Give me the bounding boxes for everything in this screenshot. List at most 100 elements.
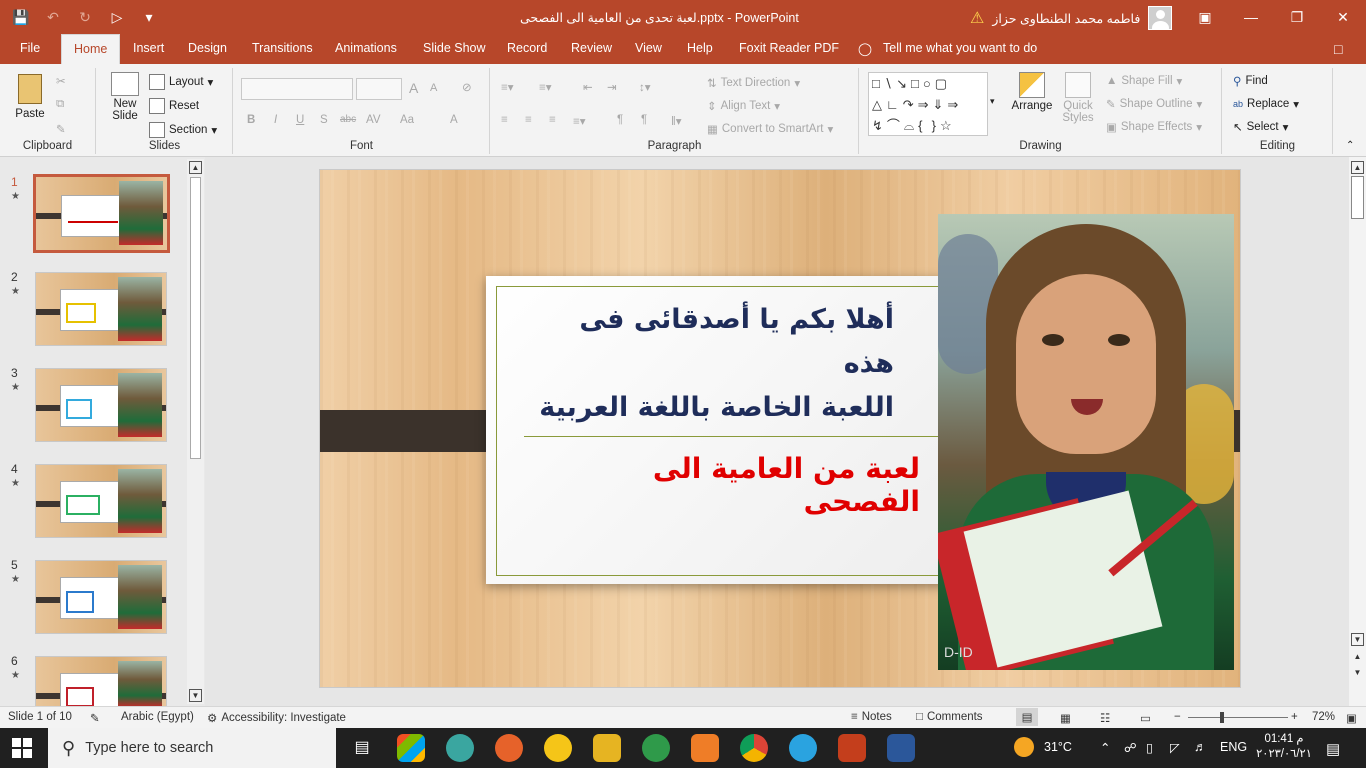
tab-record[interactable]: Record [507,41,547,55]
save-icon[interactable]: 💾 [10,6,32,28]
tab-file[interactable]: File [20,41,40,55]
line-spacing-icon[interactable]: ↕▾ [639,80,651,94]
undo-icon[interactable]: ↶ [42,6,64,28]
input-language[interactable]: ENG [1220,740,1247,754]
scroll-down-icon[interactable]: ▼ [189,689,202,702]
convert-smartart-button[interactable]: ▦ Convert to SmartArt ▾ [707,122,833,136]
file-explorer-icon[interactable] [593,734,621,762]
new-slide-button[interactable]: New Slide [105,72,145,122]
globe-app-icon[interactable] [642,734,670,762]
scroll-thumb[interactable] [1351,176,1364,219]
strikethrough-button[interactable]: abc [340,114,356,125]
accessibility-button[interactable]: ⚙ Accessibility: Investigate [207,711,346,725]
change-case-button[interactable]: Aa [400,114,414,126]
taskbar-search[interactable]: ⚲ Type here to search [48,728,336,768]
slide-counter[interactable]: Slide 1 of 10 [8,711,72,723]
cut-icon[interactable]: ✂ [56,74,66,88]
temperature[interactable]: 31°C [1044,740,1072,754]
select-button[interactable]: ↖ Select ▾ [1233,120,1288,134]
comments-button[interactable]: □ Comments [916,711,983,723]
tab-insert[interactable]: Insert [133,41,164,55]
bold-button[interactable]: B [247,114,255,126]
underline-button[interactable]: U [296,114,304,126]
zoom-in-icon[interactable]: + [1291,711,1298,723]
maximize-button[interactable]: ❐ [1274,0,1320,34]
reset-button[interactable]: Reset [149,98,199,114]
language-indicator[interactable]: Arabic (Egypt) [121,711,194,723]
clear-formatting-icon[interactable]: ⊘ [462,80,472,94]
powerpoint-icon[interactable] [838,734,866,762]
scroll-thumb[interactable] [190,177,201,459]
word-icon[interactable] [887,734,915,762]
scroll-up-icon[interactable]: ▲ [1351,161,1364,174]
tab-view[interactable]: View [635,41,662,55]
numbering-icon[interactable]: ≡▾ [539,80,551,94]
text-direction-button[interactable]: ⇅ Text Direction ▾ [707,76,800,90]
notes-button[interactable]: ≡ Notes [851,711,892,723]
slide-title[interactable]: أهلا بكم يا أصدقائى فى هذه اللعبة الخاصة… [534,298,894,430]
copy-icon[interactable]: ⧉ [56,98,64,111]
fit-to-window-icon[interactable]: ▣ [1346,711,1357,725]
slide-thumbnail-4[interactable] [35,464,167,538]
zoom-slider[interactable] [1188,717,1288,718]
align-center-icon[interactable]: ≡ [525,114,532,126]
microsoft-store-icon[interactable] [397,734,425,762]
font-color-button[interactable]: A [450,114,458,126]
bullets-icon[interactable]: ≡▾ [501,80,513,94]
ltr-icon[interactable]: ¶ [617,114,623,126]
zoom-level[interactable]: 72% [1312,711,1335,723]
tab-animations[interactable]: Animations [335,41,397,55]
volume-icon[interactable]: ♬ [1194,740,1207,754]
start-from-beginning-icon[interactable]: ▷ [106,6,128,28]
font-size-dropdown[interactable] [356,78,402,100]
weather-icon[interactable] [1014,737,1034,757]
redo-icon[interactable]: ↻ [74,6,96,28]
font-name-dropdown[interactable] [241,78,353,100]
network-icon[interactable]: ☍ [1124,740,1137,755]
minimize-button[interactable]: — [1228,0,1274,34]
customize-qat-icon[interactable]: ▾ [138,6,160,28]
tab-help[interactable]: Help [687,41,713,55]
contacts-app-icon[interactable] [446,734,474,762]
comments-icon[interactable]: □ [1334,41,1342,57]
shapes-gallery[interactable]: □∖↘□○▢ △∟↷⇒⇓⇒ ↯⌒⌓{ }☆ [868,72,988,136]
telegram-icon[interactable] [789,734,817,762]
wifi-icon[interactable]: ◸ [1170,740,1180,755]
format-painter-icon[interactable]: ✎ [56,122,66,136]
columns-icon[interactable]: ‖▾ [671,114,682,128]
shapes-more-icon[interactable]: ▾ [990,96,995,107]
zoom-out-icon[interactable]: − [1174,711,1181,723]
collapse-ribbon-icon[interactable]: ⌃ [1346,140,1354,151]
tab-design[interactable]: Design [188,41,227,55]
layout-button[interactable]: Layout ▾ [149,74,213,90]
tab-review[interactable]: Review [571,41,612,55]
italic-button[interactable]: I [274,114,277,126]
slide-thumbnail-1[interactable] [33,174,170,253]
shape-outline-button[interactable]: ✎ Shape Outline ▾ [1106,97,1202,111]
slide-thumbnail-2[interactable] [35,272,167,346]
shrink-font-button[interactable]: A [430,82,437,94]
shape-fill-button[interactable]: ▲ Shape Fill ▾ [1106,74,1182,88]
replace-button[interactable]: ab Replace ▾ [1233,97,1299,111]
section-button[interactable]: Section ▾ [149,122,217,138]
justify-icon[interactable]: ≡▾ [573,114,585,128]
close-button[interactable]: ✕ [1320,0,1366,34]
task-view-icon[interactable]: ▤ [348,734,376,762]
ribbon-display-options-icon[interactable]: ▣ [1182,0,1228,34]
paste-button[interactable]: Paste [8,74,52,120]
girl-with-book-image[interactable]: D-ID [938,214,1234,670]
text-shadow-button[interactable]: S [320,114,328,126]
find-button[interactable]: ⚲ Find [1233,74,1268,88]
spelling-check-icon[interactable]: ✎ [90,711,100,725]
grow-font-button[interactable]: A [409,80,418,96]
character-spacing-button[interactable]: AV [366,114,381,126]
decrease-indent-icon[interactable]: ⇤ [583,80,593,94]
scroll-down-icon[interactable]: ▼ [1351,633,1364,646]
shape-effects-button[interactable]: ▣ Shape Effects ▾ [1106,120,1202,134]
foxit-pdf-icon[interactable] [691,734,719,762]
slide-sorter-icon[interactable]: ▦ [1060,711,1071,725]
account-area[interactable]: ⚠ فاطمه محمد الطنطاوى حزاز [970,6,1173,30]
current-slide[interactable]: أهلا بكم يا أصدقائى فى هذه اللعبة الخاصة… [319,169,1241,688]
thumbnails-scrollbar[interactable]: ▲ ▼ [187,159,204,704]
windows-start-icon[interactable] [12,738,32,758]
